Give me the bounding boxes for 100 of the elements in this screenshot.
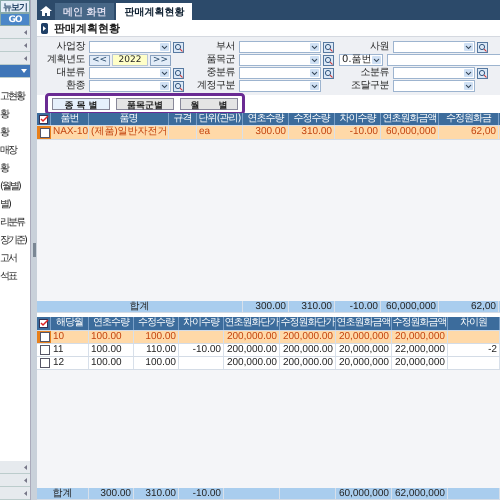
checkbox[interactable] (40, 345, 50, 356)
caret-icon (160, 82, 169, 90)
search-icon[interactable] (323, 68, 334, 78)
column-header[interactable]: 수정원화단가 (280, 317, 336, 330)
tab[interactable]: 품목군별 (116, 98, 174, 110)
previous-year-button[interactable]: << (89, 54, 110, 66)
table-cell: 20,000,000 (336, 344, 392, 356)
tree-item[interactable]: 고현황 (0, 92, 30, 102)
total-cell: 60,000,000 (336, 488, 392, 499)
year-field[interactable]: 2022 (112, 54, 148, 66)
table-cell: 100.00 (89, 357, 134, 370)
table-row[interactable]: 12 100.00 100.00 200,000.00 200,000.00 20,000,000 20,000,000 (37, 357, 500, 370)
caret-icon (160, 69, 169, 77)
field-label: 소분류 (360, 67, 390, 79)
dropdown-field[interactable] (89, 80, 171, 92)
field-label: 품목군 (206, 54, 236, 66)
tree-item[interactable]: 리분류 (0, 218, 30, 228)
caret-icon (310, 82, 319, 90)
table-cell: 100.00 (134, 331, 179, 344)
field-label: 중분류 (206, 67, 236, 79)
table-cell: 20,000,000 (336, 357, 392, 370)
caret-icon (310, 43, 319, 51)
caret-icon (160, 43, 169, 51)
table-cell: 100.00 (89, 344, 134, 356)
tab[interactable]: 월 별 (180, 98, 238, 110)
search-icon[interactable] (323, 54, 334, 66)
search-icon[interactable] (173, 68, 184, 78)
table-row[interactable]: 11 100.00 110.00 -10.00 200,000.00 200,000.00 20,000,000 22,000,000 -2 (37, 344, 500, 358)
go-button[interactable]: GO (0, 13, 30, 26)
column-header[interactable]: 연초원화단가 (224, 317, 280, 330)
select-all-icon[interactable] (37, 113, 51, 125)
dropdown-field[interactable] (239, 67, 321, 79)
select-all-icon[interactable] (37, 317, 51, 330)
field-label: 사업장 (56, 41, 86, 53)
table-cell: 310.00 (289, 126, 335, 139)
search-icon[interactable] (477, 42, 488, 52)
total-cell: -10.00 (179, 488, 224, 499)
home-icon[interactable] (39, 4, 53, 18)
checkbox[interactable] (40, 128, 50, 138)
total-label: 합계 (37, 301, 243, 312)
checkbox[interactable] (40, 332, 50, 342)
tree-item[interactable]: 고서 (0, 254, 30, 264)
total-cell: 310.00 (289, 301, 335, 312)
view-button[interactable]: 뉴보기 (0, 0, 30, 13)
table-cell: -10.00 (335, 126, 381, 139)
search-icon[interactable] (477, 68, 488, 78)
page-title-icon (41, 22, 48, 34)
table-cell: 110.00 (134, 344, 179, 356)
tab[interactable]: 판매계획현황 (116, 3, 192, 20)
caret-icon (464, 82, 473, 90)
tab[interactable]: 메인 화면 (55, 3, 114, 20)
tree-item[interactable]: 장기준) (0, 236, 30, 246)
dropdown-field[interactable] (89, 41, 171, 53)
table-cell: 11 (51, 344, 89, 356)
table-cell: 300.00 (243, 126, 289, 139)
tree-item[interactable]: 매장 (0, 146, 30, 156)
caret-icon (24, 56, 27, 60)
column-header[interactable]: 연초원화금액 (381, 113, 439, 125)
table-cell: (제품)일반자전거 (89, 126, 169, 139)
tree-item[interactable]: 황 (0, 110, 30, 120)
table-cell: 200,000.00 (224, 331, 280, 344)
dropdown-field[interactable] (239, 80, 321, 92)
search-icon[interactable] (173, 80, 184, 92)
caret-icon (372, 56, 381, 64)
search-icon[interactable] (173, 42, 184, 52)
checkbox[interactable] (40, 358, 50, 368)
tree-item[interactable]: 황 (0, 164, 30, 174)
tree-item[interactable]: 별) (0, 200, 30, 210)
dropdown-field[interactable] (393, 67, 475, 79)
tab[interactable]: 종 목 별 (52, 98, 110, 110)
splitter-handle[interactable] (32, 243, 36, 257)
table-cell: 20,000,000 (392, 331, 448, 344)
table-cell: 200,000.00 (280, 357, 336, 370)
total-cell: 300.00 (243, 301, 289, 312)
search-icon[interactable] (323, 42, 334, 52)
table-row[interactable]: 10 100.00 100.00 200,000.00 200,000.00 20,000,000 20,000,000 (37, 331, 500, 344)
next-year-button[interactable]: >> (150, 54, 171, 66)
dropdown-field[interactable] (393, 80, 475, 92)
table-cell: 20,000,000 (336, 331, 392, 344)
field-label: 환종 (65, 80, 86, 92)
field-label: 사원 (369, 41, 390, 53)
column-header[interactable]: 단위(관리) (197, 113, 243, 125)
dropdown-field[interactable] (89, 67, 171, 79)
menu-bar[interactable] (0, 65, 30, 78)
field-label: 대분류 (56, 67, 86, 79)
table-row[interactable]: NAX-10 (제품)일반자전거 ea 300.00 310.00 -10.00 60,000,000 62,00 (37, 126, 500, 140)
column-header[interactable]: 수정원화금액 (392, 317, 448, 330)
dropdown-field[interactable] (239, 41, 321, 53)
dropdown-field[interactable] (393, 41, 475, 53)
tree-item[interactable]: 황 (0, 128, 30, 138)
caret-icon (24, 42, 27, 48)
dropdown-field[interactable]: 0.품번 (339, 54, 383, 66)
dropdown-field[interactable] (239, 54, 321, 66)
tree-item[interactable]: (월별) (0, 182, 30, 192)
table-cell: ea (197, 126, 243, 139)
table-cell: 200,000.00 (280, 344, 336, 356)
column-header[interactable]: 연초원화금액 (336, 317, 392, 330)
tree-item[interactable]: 석표 (0, 272, 30, 282)
caret-icon (310, 56, 319, 64)
field-label: 부서 (215, 41, 236, 53)
